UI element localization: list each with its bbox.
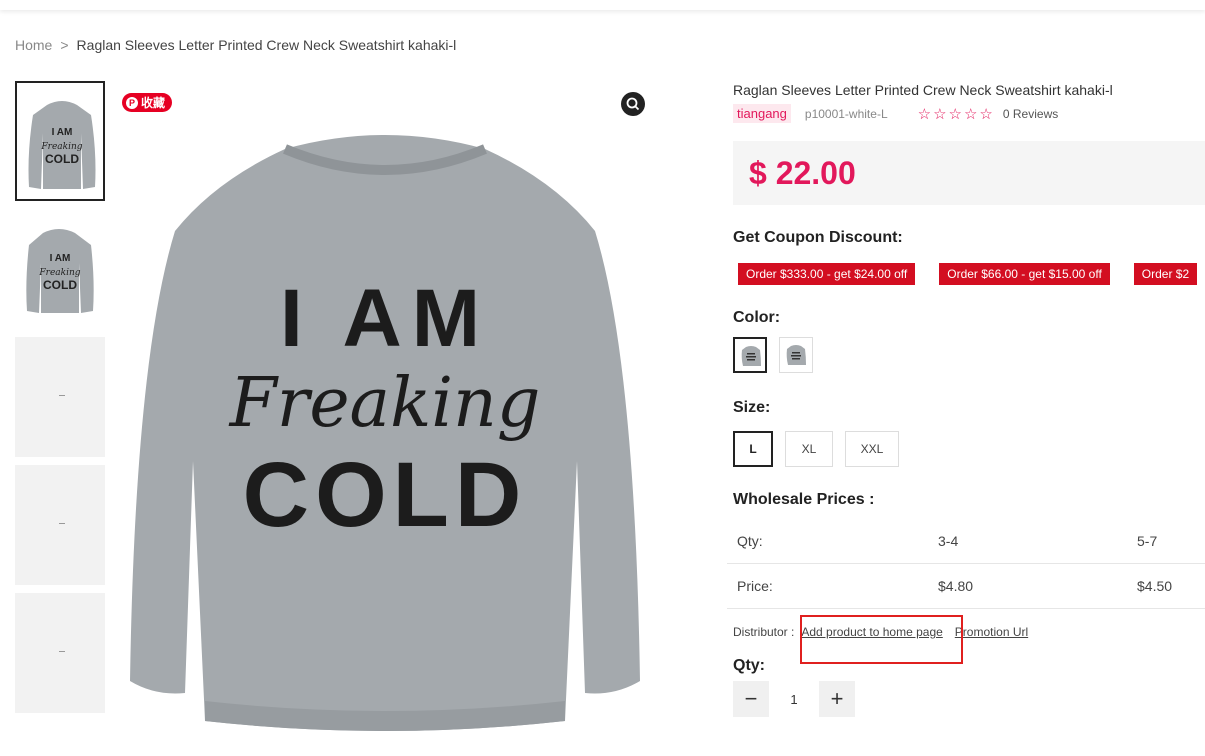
review-count[interactable]: 0 Reviews: [1003, 107, 1058, 121]
svg-text:COLD: COLD: [43, 278, 77, 292]
svg-text:I AM: I AM: [50, 253, 71, 264]
product-info-panel: Raglan Sleeves Letter Printed Crew Neck …: [727, 82, 1205, 717]
thumbnail-1[interactable]: I AM Freaking COLD: [15, 81, 105, 201]
color-title: Color:: [733, 309, 781, 326]
breadcrumb: Home > Raglan Sleeves Letter Printed Crew …: [15, 37, 456, 53]
coupon-tag[interactable]: Order $2: [1133, 263, 1198, 285]
color-swatch-2[interactable]: [779, 337, 813, 373]
svg-text:Freaking: Freaking: [40, 142, 82, 152]
table-cell: $4.80: [928, 563, 1127, 609]
breadcrumb-home[interactable]: Home: [15, 37, 52, 53]
zoom-icon: [626, 97, 640, 111]
qty-minus-button[interactable]: −: [733, 681, 769, 717]
product-title: Raglan Sleeves Letter Printed Crew Neck …: [733, 82, 1113, 98]
size-option-xxl[interactable]: XXL: [845, 431, 899, 467]
loading-placeholder: [59, 651, 65, 652]
pinterest-save-button[interactable]: P 收藏: [122, 93, 173, 112]
coupon-tag[interactable]: Order $333.00 - get $24.00 off: [738, 263, 916, 285]
thumbnail-list: I AM Freaking COLD I AM Freaking COLD: [15, 81, 105, 721]
table-cell: 5-7: [1127, 519, 1205, 564]
size-title: Size:: [733, 399, 771, 416]
table-cell: Price:: [727, 563, 928, 609]
size-option-xl[interactable]: XL: [785, 431, 833, 467]
sweatshirt-swatch-image: [741, 346, 761, 366]
qty-value[interactable]: 1: [769, 692, 819, 707]
promotion-url-link[interactable]: Promotion Url: [955, 625, 1028, 639]
loading-placeholder: [59, 395, 65, 396]
svg-text:I AM: I AM: [280, 273, 490, 364]
color-swatches: [733, 337, 1205, 373]
coupon-list: Order $333.00 - get $24.00 off Order $66…: [738, 263, 1205, 285]
pinterest-icon: P: [126, 96, 138, 109]
table-cell: $4.50: [1127, 563, 1205, 609]
pinterest-save-label: 收藏: [141, 96, 166, 110]
top-bar: [0, 0, 1205, 10]
quantity-stepper: − 1 +: [733, 681, 1205, 717]
size-option-l[interactable]: L: [733, 431, 773, 467]
table-cell: Qty:: [727, 519, 928, 564]
coupon-tag[interactable]: Order $66.00 - get $15.00 off: [939, 263, 1110, 285]
sweatshirt-thumbnail-image: I AM Freaking COLD: [28, 101, 96, 189]
highlight-box: [800, 615, 963, 664]
color-swatch-1[interactable]: [733, 337, 767, 373]
rating-stars: ☆☆☆☆☆: [917, 105, 995, 123]
svg-text:Freaking: Freaking: [38, 268, 80, 278]
breadcrumb-current: Raglan Sleeves Letter Printed Crew Neck …: [76, 37, 457, 53]
zoom-button[interactable]: [621, 92, 645, 116]
coupon-title: Get Coupon Discount:: [733, 229, 903, 246]
main-product-image[interactable]: I AM Freaking COLD: [115, 81, 655, 751]
product-meta: tiangang p10001-white-L ☆☆☆☆☆ 0 Reviews: [733, 104, 1205, 123]
table-row: Price: $4.80 $4.50: [727, 563, 1205, 609]
thumbnail-2[interactable]: I AM Freaking COLD: [15, 209, 105, 329]
sweatshirt-swatch-image: [786, 345, 806, 365]
table-cell: 3-4: [928, 519, 1127, 564]
thumbnail-3[interactable]: [15, 337, 105, 457]
qty-plus-button[interactable]: +: [819, 681, 855, 717]
svg-text:Freaking: Freaking: [228, 364, 541, 443]
wholesale-table: Qty: 3-4 5-7 Price: $4.80 $4.50: [727, 519, 1205, 609]
table-row: Qty: 3-4 5-7: [727, 519, 1205, 564]
product-sku: p10001-white-L: [804, 106, 888, 121]
size-options: L XL XXL: [733, 431, 1205, 467]
product-price: $ 22.00: [749, 154, 856, 191]
svg-text:COLD: COLD: [45, 152, 79, 166]
brand-badge[interactable]: tiangang: [733, 104, 791, 123]
distributor-row: Distributor : Add product to home page P…: [733, 615, 1205, 664]
breadcrumb-separator: >: [60, 37, 69, 53]
distributor-label: Distributor :: [733, 625, 795, 639]
loading-placeholder: [59, 523, 65, 524]
wholesale-title: Wholesale Prices :: [733, 491, 875, 508]
sweatshirt-image: I AM Freaking COLD: [130, 135, 640, 731]
price-box: $ 22.00: [733, 141, 1205, 205]
svg-text:I AM: I AM: [52, 127, 73, 138]
thumbnail-4[interactable]: [15, 465, 105, 585]
thumbnail-5[interactable]: [15, 593, 105, 713]
sweatshirt-thumbnail-image: I AM Freaking COLD: [26, 229, 94, 313]
svg-text:COLD: COLD: [243, 444, 528, 546]
